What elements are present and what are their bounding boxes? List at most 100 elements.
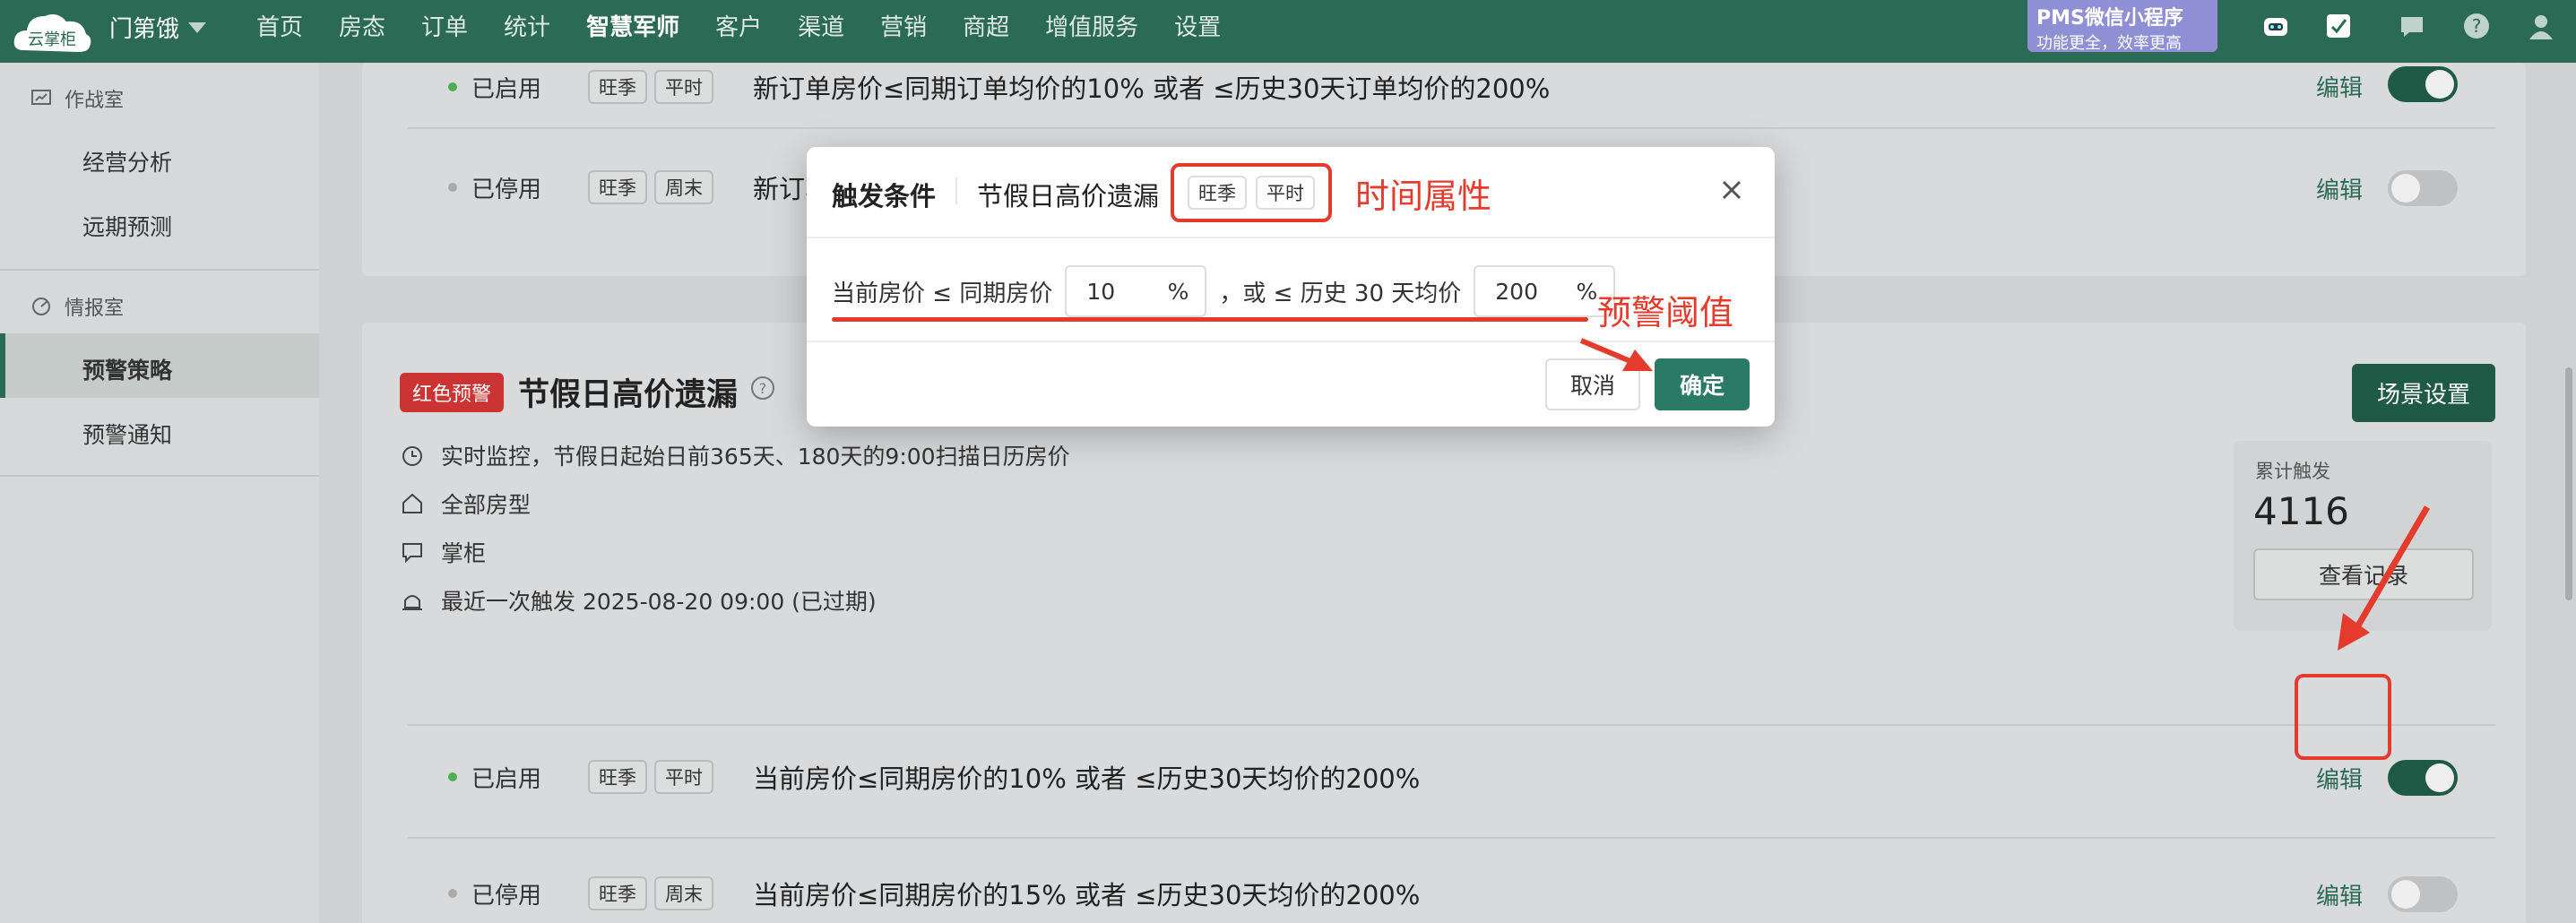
time-tag: 旺季	[588, 70, 647, 104]
edit-badge-icon[interactable]	[2323, 11, 2354, 41]
cloud-logo-icon[interactable]: 云掌柜	[11, 5, 93, 56]
rule-text: 新订单房价≤同期订单均价的10% 或者 ≤历史30天订单均价的200%	[753, 73, 1551, 104]
row-divider	[407, 724, 2495, 726]
time-tag: 旺季	[588, 876, 647, 910]
rule-row: 已启用 旺季 平时 当前房价≤同期房价的10% 或者 ≤历史30天均价的200%	[448, 746, 1420, 808]
scrollbar-thumb[interactable]	[2565, 367, 2572, 600]
annotation-arrow-icon	[2338, 505, 2431, 651]
chevron-down-icon	[188, 22, 207, 33]
help-icon[interactable]: ?	[2461, 11, 2492, 41]
info-monitor: 实时监控，节假日起始日前365天、180天的9:00扫描日历房价	[400, 439, 1070, 471]
pms-subtitle: 功能更全，效率更高	[2036, 34, 2182, 53]
time-tag: 平时	[654, 760, 713, 794]
sidebar-item-alert-strategy[interactable]: 预警策略	[82, 353, 172, 385]
nav-value-added[interactable]: 增值服务	[1045, 9, 1138, 42]
section-title: 节假日高价遗漏	[518, 377, 739, 413]
close-icon[interactable]	[1716, 174, 1748, 206]
chart-board-icon	[31, 90, 51, 105]
time-tag: 周末	[654, 170, 713, 204]
rule-text: 当前房价≤同期房价的10% 或者 ≤历史30天均价的200%	[753, 763, 1421, 794]
sidebar-group-label: 作战室	[65, 90, 125, 112]
stat-label: 累计触发	[2255, 461, 2330, 482]
sidebar-item-alert-notice[interactable]: 预警通知	[82, 418, 172, 450]
annotation-highlight-tags: 旺季 平时	[1171, 163, 1332, 222]
rule-status: 已停用	[471, 176, 542, 203]
time-tag: 平时	[654, 70, 713, 104]
nav-statistics[interactable]: 统计	[504, 9, 550, 42]
nav-home[interactable]: 首页	[256, 9, 303, 42]
nav-orders[interactable]: 订单	[421, 9, 468, 42]
row-divider	[407, 127, 2495, 129]
rule-status: 已启用	[471, 75, 542, 103]
info-recipient: 掌柜	[400, 536, 486, 568]
nav-supermarket[interactable]: 商超	[963, 9, 1009, 42]
rule-status: 已停用	[471, 882, 542, 910]
edit-link[interactable]: 编辑	[2316, 878, 2363, 911]
chat-icon[interactable]	[2397, 11, 2427, 41]
question-circle-icon[interactable]: ?	[749, 375, 776, 401]
input-unit: %	[1167, 278, 1189, 305]
confirm-button[interactable]: 确定	[1655, 358, 1750, 410]
sidebar: 作战室 经营分析 远期预测 情报室 预警策略 预警通知	[0, 63, 319, 923]
sidebar-divider	[0, 475, 319, 477]
sidebar-item-forecast[interactable]: 远期预测	[82, 210, 172, 242]
sidebar-group-war-room: 作战室	[30, 84, 124, 113]
same-period-percent-input[interactable]: 10 %	[1065, 265, 1207, 317]
edit-link[interactable]: 编辑	[2316, 762, 2363, 795]
edit-link[interactable]: 编辑	[2316, 70, 2363, 103]
input-value: 10	[1086, 278, 1116, 305]
sidebar-item-business-analysis[interactable]: 经营分析	[82, 145, 172, 177]
store-selector[interactable]: 门第饿	[109, 11, 207, 44]
rule-text: 当前房价≤同期房价的15% 或者 ≤历史30天均价的200%	[753, 880, 1421, 910]
rule-row: 已停用 旺季 周末 当前房价≤同期房价的15% 或者 ≤历史30天均价的200%	[448, 862, 1420, 923]
red-alert-badge: 红色预警	[400, 373, 505, 412]
annotation-underline	[832, 317, 1588, 322]
threshold-label-2: ，或 ≤ 历史 30 天均价	[1219, 280, 1462, 307]
annotation-time-attribute: 时间属性	[1355, 177, 1492, 216]
info-text: 掌柜	[441, 540, 487, 566]
rule-toggle[interactable]	[2388, 66, 2458, 102]
nav-marketing[interactable]: 营销	[880, 9, 927, 42]
history-avg-percent-input[interactable]: 200 %	[1474, 265, 1616, 317]
info-text: 实时监控，节假日起始日前365天、180天的9:00扫描日历房价	[441, 444, 1070, 470]
dialog-header: 触发条件 节假日高价遗漏 旺季 平时	[807, 147, 1775, 238]
nav-customers[interactable]: 客户	[715, 9, 762, 42]
status-dot	[448, 183, 457, 192]
top-navigation-bar: 云掌柜 门第饿 首页 房态 订单 统计 智慧军师 客户 渠道 营销 商超 增值服…	[0, 0, 2576, 63]
sidebar-group-label: 情报室	[65, 298, 125, 320]
row-divider	[407, 837, 2495, 839]
time-tag: 旺季	[588, 760, 647, 794]
time-tag: 旺季	[1188, 176, 1247, 210]
nav-settings[interactable]: 设置	[1174, 9, 1221, 42]
pms-title: PMS微信小程序	[2036, 7, 2183, 30]
annotation-alert-threshold: 预警阈值	[1597, 293, 1734, 332]
edit-link[interactable]: 编辑	[2316, 172, 2363, 205]
scene-settings-button[interactable]: 场景设置	[2352, 364, 2496, 422]
nav-smart-advisor[interactable]: 智慧军师	[586, 9, 679, 42]
time-tag: 周末	[654, 876, 713, 910]
sidebar-divider	[0, 269, 319, 271]
rule-row: 已停用 旺季 周末 新订单	[448, 156, 831, 219]
robot-icon[interactable]	[2260, 11, 2291, 41]
home-icon	[402, 493, 422, 513]
dialog-title: 触发条件	[832, 181, 937, 211]
time-tag: 旺季	[588, 170, 647, 204]
user-icon[interactable]	[2526, 11, 2556, 41]
siren-icon	[402, 595, 422, 610]
chat-bubble-icon	[402, 543, 422, 564]
rule-status: 已启用	[471, 765, 542, 793]
nav-channels[interactable]: 渠道	[798, 9, 844, 42]
logo-text: 云掌柜	[28, 30, 76, 49]
rule-toggle[interactable]	[2388, 170, 2458, 206]
info-room-type: 全部房型	[400, 487, 531, 520]
rule-toggle[interactable]	[2388, 760, 2458, 796]
annotation-arrow-icon	[1579, 338, 1653, 371]
svg-text:?: ?	[2472, 15, 2482, 37]
pms-miniprogram-banner[interactable]: PMS微信小程序 功能更全，效率更高	[2027, 0, 2217, 53]
sidebar-group-intel-room: 情报室	[30, 292, 124, 321]
time-tag: 平时	[1256, 176, 1315, 210]
nav-room-status[interactable]: 房态	[339, 9, 385, 42]
rule-toggle[interactable]	[2388, 876, 2458, 912]
threshold-label-1: 当前房价 ≤ 同期房价	[832, 280, 1053, 307]
status-dot	[448, 82, 457, 91]
